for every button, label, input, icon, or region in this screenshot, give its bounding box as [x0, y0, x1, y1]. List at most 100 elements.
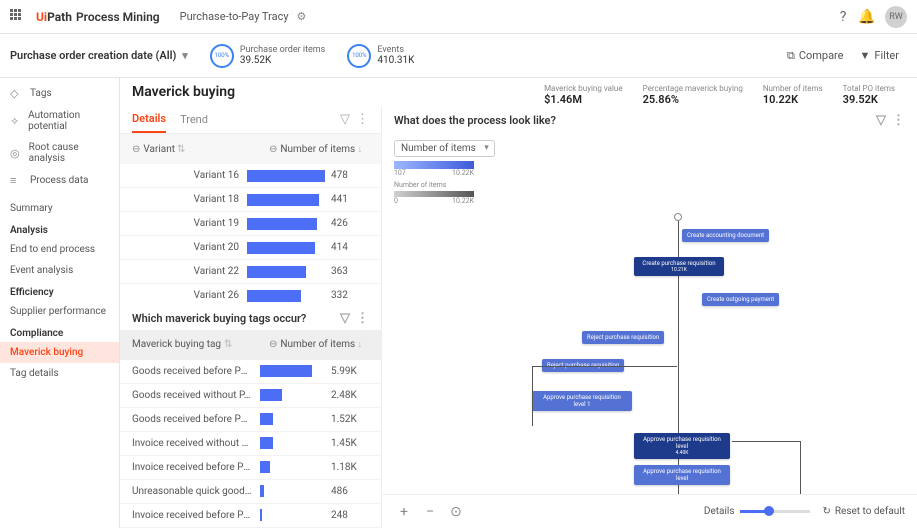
- tag-row[interactable]: Invoice received before PO… 1.18K: [120, 456, 381, 480]
- tag-value: 1.45K: [325, 438, 369, 449]
- filter-button[interactable]: ▼Filter: [852, 45, 907, 66]
- tag-name: Invoice received before PO…: [132, 462, 260, 473]
- tag-row[interactable]: Goods received before PO … 1.52K: [120, 408, 381, 432]
- process-toolbar: + − ⊙ Details ↻Reset to default: [382, 494, 917, 528]
- zoom-in-button[interactable]: +: [394, 502, 414, 522]
- tag-value: 486: [325, 486, 369, 497]
- metric-num-items: Number of items10.22K: [763, 84, 823, 106]
- period-selector[interactable]: Purchase order creation date (All) ▾: [10, 49, 188, 62]
- process-node[interactable]: Approve purchase requisition level 1: [532, 391, 632, 411]
- metric-buying-value: Maverick buying value$1.46M: [544, 84, 623, 106]
- breadcrumb[interactable]: Purchase-to-Pay Tracy: [180, 10, 289, 23]
- kpi-events: 100% Events410.31K: [347, 44, 414, 68]
- fit-button[interactable]: ⊙: [446, 502, 466, 522]
- detail-slider[interactable]: Details: [704, 506, 811, 517]
- tag-name: Unreasonable quick goods…: [132, 486, 260, 497]
- variant-row[interactable]: Variant 26332: [120, 284, 381, 303]
- zoom-out-button[interactable]: −: [420, 502, 440, 522]
- sidebar-item-processdata[interactable]: ≡Process data: [0, 169, 119, 192]
- process-title: What does the process look like?: [394, 114, 556, 127]
- process-node[interactable]: Create purchase requisition10.21K: [634, 257, 724, 276]
- dropdown-icon[interactable]: ⊖: [132, 144, 140, 155]
- tab-details[interactable]: Details: [132, 106, 166, 133]
- dropdown-icon[interactable]: ⊖: [269, 144, 277, 155]
- filter-icon: ▼: [860, 49, 871, 62]
- chevron-down-icon: ▾: [182, 49, 188, 62]
- variant-row[interactable]: Variant 20414: [120, 236, 381, 260]
- process-node[interactable]: Reject purchase requisition: [582, 331, 664, 344]
- sidebar-item-tags[interactable]: ◇Tags: [0, 82, 119, 105]
- variant-value: 363: [325, 266, 369, 277]
- nav-supplier-perf[interactable]: Supplier performance: [0, 301, 119, 322]
- variant-panel: ⊖Variant⇅ ⊖Number of items↓ Variant 1647…: [120, 134, 381, 303]
- tab-trend[interactable]: Trend: [180, 107, 208, 132]
- nav-end-to-end[interactable]: End to end process: [0, 239, 119, 260]
- sidebar-item-rootcause[interactable]: ◎Root cause analysis: [0, 137, 119, 169]
- page-header: Maverick buying Maverick buying value$1.…: [120, 78, 917, 106]
- filter-icon[interactable]: ▽: [876, 113, 886, 128]
- variant-row[interactable]: Variant 22363: [120, 260, 381, 284]
- variant-row[interactable]: Variant 18 441: [120, 188, 381, 212]
- filter-icon[interactable]: ▽: [340, 112, 350, 127]
- tag-row[interactable]: Goods received without P… 2.48K: [120, 384, 381, 408]
- kpi-po-items: 100% Purchase order items39.52K: [210, 44, 326, 68]
- tag-row[interactable]: Unreasonable quick goods… 486: [120, 480, 381, 504]
- variant-name: Variant 18: [132, 194, 247, 205]
- gear-icon[interactable]: ⚙: [297, 10, 307, 23]
- group-compliance: Compliance: [0, 322, 119, 342]
- variant-value: 478: [325, 170, 369, 181]
- tag-row[interactable]: Goods received before PO …5.99K: [120, 360, 381, 384]
- filter-icon[interactable]: ▽: [340, 311, 350, 326]
- process-node[interactable]: Approve purchase requisition level4.40K: [634, 433, 730, 459]
- tag-row[interactable]: Invoice received before PO…248: [120, 504, 381, 528]
- metric-select[interactable]: Number of items: [394, 140, 495, 157]
- target-icon: ◎: [10, 147, 23, 160]
- metric-total-po: Total PO items39.52K: [843, 84, 895, 106]
- gauge-icon: 100%: [347, 44, 371, 68]
- nav-maverick-buying[interactable]: Maverick buying: [0, 342, 119, 363]
- variant-value: 426: [325, 218, 369, 229]
- sparkle-icon: ✧: [10, 115, 22, 128]
- tag-value: 2.48K: [325, 390, 369, 401]
- tag-name: Goods received before PO …: [132, 414, 260, 425]
- tag-value: 1.18K: [325, 462, 369, 473]
- variant-value: 441: [325, 194, 369, 205]
- variant-name: Variant 19: [132, 218, 247, 229]
- tag-icon: ◇: [10, 87, 24, 100]
- apps-grid-icon[interactable]: [10, 9, 26, 25]
- tag-row[interactable]: Invoice received without P… 1.45K: [120, 432, 381, 456]
- variant-row[interactable]: Variant 16478: [120, 164, 381, 188]
- nav-tag-details[interactable]: Tag details: [0, 363, 119, 384]
- tag-value: 1.52K: [325, 414, 369, 425]
- page-title: Maverick buying: [132, 84, 235, 100]
- process-panel: What does the process look like? ▽ ⋮ Num…: [382, 106, 917, 528]
- tag-name: Invoice received without P…: [132, 438, 260, 449]
- variant-name: Variant 20: [132, 242, 247, 253]
- list-icon: ≡: [10, 174, 24, 187]
- nav-event-analysis[interactable]: Event analysis: [0, 260, 119, 281]
- compare-button[interactable]: ⧉Compare: [779, 45, 852, 67]
- more-icon[interactable]: ⋮: [892, 113, 905, 128]
- nav-summary[interactable]: Summary: [0, 198, 119, 219]
- reset-button[interactable]: ↻Reset to default: [822, 506, 905, 517]
- sidebar-item-automation[interactable]: ✧Automation potential: [0, 105, 119, 137]
- variant-row[interactable]: Variant 19 426: [120, 212, 381, 236]
- process-node[interactable]: Approve purchase requisition level: [634, 465, 730, 485]
- group-analysis: Analysis: [0, 219, 119, 239]
- more-icon[interactable]: ⋮: [356, 112, 369, 127]
- variant-value: 332: [325, 290, 369, 301]
- tag-name: Goods received without P…: [132, 390, 260, 401]
- avatar[interactable]: RW: [885, 6, 907, 28]
- help-icon[interactable]: ?: [831, 5, 855, 29]
- dropdown-icon[interactable]: ⊖: [269, 339, 277, 350]
- process-node[interactable]: Create outgoing payment: [702, 293, 779, 306]
- tag-value: 5.99K: [325, 366, 369, 377]
- more-icon[interactable]: ⋮: [356, 311, 369, 326]
- sidebar: ◇Tags ✧Automation potential ◎Root cause …: [0, 78, 120, 528]
- filter-bar: Purchase order creation date (All) ▾ 100…: [0, 34, 917, 78]
- process-canvas[interactable]: Create accounting document Create purcha…: [382, 211, 917, 494]
- process-node[interactable]: Create accounting document: [682, 229, 769, 242]
- top-bar: UiPath Process Mining Purchase-to-Pay Tr…: [0, 0, 917, 34]
- bell-icon[interactable]: 🔔: [855, 5, 879, 29]
- metric-percentage: Percentage maverick buying25.86%: [643, 84, 743, 106]
